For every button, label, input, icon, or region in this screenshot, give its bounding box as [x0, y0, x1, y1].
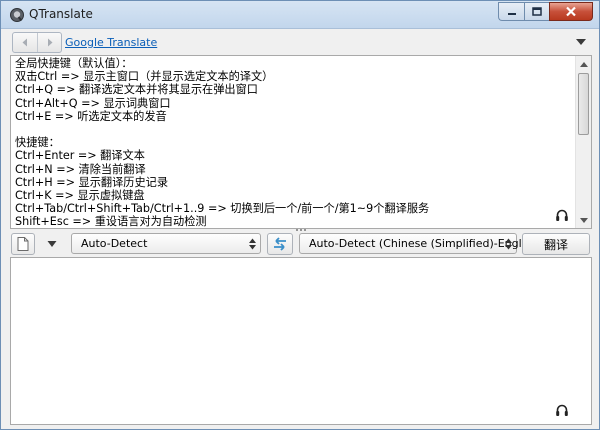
minimize-button[interactable]: [498, 2, 524, 21]
source-text-line: 快捷键：: [15, 136, 60, 150]
source-language-value: Auto-Detect: [81, 237, 148, 250]
forward-button[interactable]: [37, 33, 61, 52]
toolbar: Google Translate: [9, 31, 593, 55]
source-text-area[interactable]: 全局快捷键（默认值）： 双击Ctrl => 显示主窗口（并显示选定文本的译文） Ct…: [10, 55, 592, 229]
maximize-button[interactable]: [524, 2, 549, 21]
maximize-icon: [532, 6, 542, 16]
source-text-line: Ctrl+Alt+Q => 显示词典窗口: [15, 96, 171, 110]
source-text-line: Ctrl+H => 显示翻译历史记录: [15, 175, 169, 189]
result-text-area[interactable]: [10, 257, 592, 425]
source-text[interactable]: 全局快捷键（默认值）： 双击Ctrl => 显示主窗口（并显示选定文本的译文） Ct…: [15, 57, 570, 228]
swap-arrows-icon: [274, 237, 286, 251]
source-text-line: [15, 123, 570, 136]
translation-service-link[interactable]: Google Translate: [65, 36, 157, 49]
qtranslate-window: QTranslate Google Translate 全局快捷键（默认值）： …: [0, 0, 600, 430]
source-language-select[interactable]: Auto-Detect: [71, 233, 261, 254]
new-page-button[interactable]: [11, 233, 35, 255]
source-text-line: Ctrl+N => 清除当前翻译: [15, 162, 146, 176]
headphones-icon[interactable]: [555, 208, 569, 222]
chevron-down-icon: [580, 217, 588, 223]
scroll-up-button[interactable]: [576, 56, 591, 72]
source-text-line: Ctrl+K => 显示虚拟键盘: [15, 188, 145, 202]
target-language-select[interactable]: Auto-Detect (Chinese (Simplified)-Englis…: [299, 233, 542, 254]
close-icon: [566, 6, 576, 17]
window-controls: [498, 2, 593, 22]
window-title: QTranslate: [29, 7, 93, 21]
chevron-up-icon: [580, 61, 588, 67]
spin-arrows-icon: [249, 238, 256, 250]
source-text-line: 双击Ctrl => 显示主窗口（并显示选定文本的译文）: [15, 70, 274, 84]
source-text-line: 全局快捷键（默认值）：: [15, 57, 133, 70]
scroll-down-button[interactable]: [576, 212, 591, 228]
headphones-icon[interactable]: [555, 403, 569, 417]
arrow-right-icon: [47, 38, 52, 47]
arrow-left-icon: [22, 38, 27, 47]
translate-button[interactable]: 翻译: [522, 233, 590, 255]
source-text-line: Ctrl+E => 听选定文本的发音: [15, 109, 167, 123]
language-bar: Auto-Detect Auto-Detect (Chinese (Simpli…: [9, 233, 593, 255]
source-scrollbar[interactable]: [575, 56, 591, 228]
title-bar[interactable]: QTranslate: [1, 1, 599, 29]
source-text-line: Ctrl+Enter => 翻译文本: [15, 149, 145, 163]
source-text-line: Shift+Esc => 重设语言对为自动检测: [15, 215, 207, 229]
source-text-line: Ctrl+Tab/Ctrl+Shift+Tab/Ctrl+1..9 => 切换到…: [15, 202, 430, 216]
splitter-handle[interactable]: [291, 228, 311, 232]
close-button[interactable]: [549, 2, 593, 21]
chevron-down-icon[interactable]: [575, 37, 587, 47]
qtranslate-app-icon: [10, 8, 24, 22]
minimize-icon: [507, 12, 516, 15]
swap-languages-button[interactable]: [267, 233, 293, 255]
source-text-line: Ctrl+Q => 翻译选定文本并将其显示在弹出窗口: [15, 83, 258, 97]
back-button[interactable]: [13, 33, 37, 52]
chevron-down-icon[interactable]: [47, 240, 57, 248]
history-nav: [12, 32, 62, 53]
blank-page-icon: [17, 237, 29, 251]
spin-arrows-icon: [505, 238, 512, 250]
scroll-thumb[interactable]: [578, 73, 589, 135]
